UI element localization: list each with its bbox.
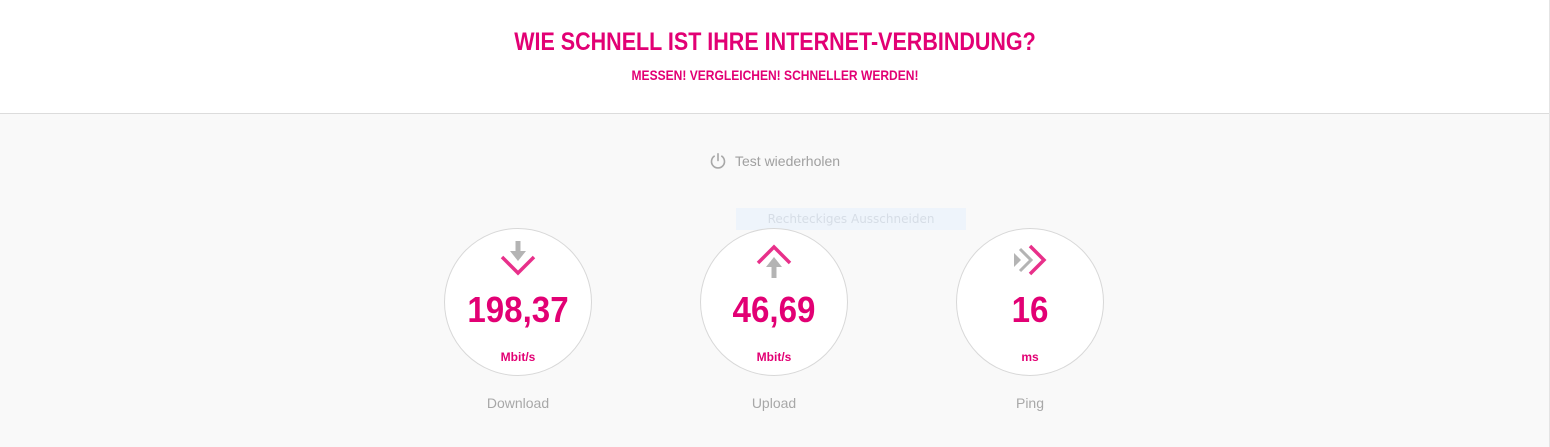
power-icon (709, 152, 727, 170)
snipping-tool-overlay: Rechteckiges Ausschneiden (736, 208, 966, 230)
ping-chevron-icon (1010, 241, 1050, 286)
ping-unit: ms (1021, 350, 1039, 364)
upload-unit: Mbit/s (756, 350, 792, 364)
upload-value: 46,69 (732, 289, 816, 330)
upload-label: Upload (751, 395, 797, 411)
download-unit: Mbit/s (500, 350, 536, 364)
download-gauge: 198,37 Mbit/s (444, 228, 592, 376)
download-label: Download (486, 395, 550, 411)
page-subtitle: MESSEN! VERGLEICHEN! SCHNELLER WERDEN! (631, 67, 919, 83)
repeat-test-label: Test wiederholen (735, 153, 841, 169)
ping-value: 16 (1011, 289, 1049, 330)
download-value: 198,37 (467, 289, 569, 330)
upload-arrow-icon (754, 241, 794, 286)
upload-gauge: 46,69 Mbit/s (700, 228, 848, 376)
download-arrow-icon (498, 241, 538, 286)
ping-label: Ping (1015, 395, 1045, 411)
page-header: WIE SCHNELL IST IHRE INTERNET-VERBINDUNG… (0, 0, 1550, 114)
ping-gauge: 16 ms (956, 228, 1104, 376)
page-title: WIE SCHNELL IST IHRE INTERNET-VERBINDUNG… (514, 28, 1036, 56)
repeat-test-button[interactable]: Test wiederholen (709, 151, 840, 171)
